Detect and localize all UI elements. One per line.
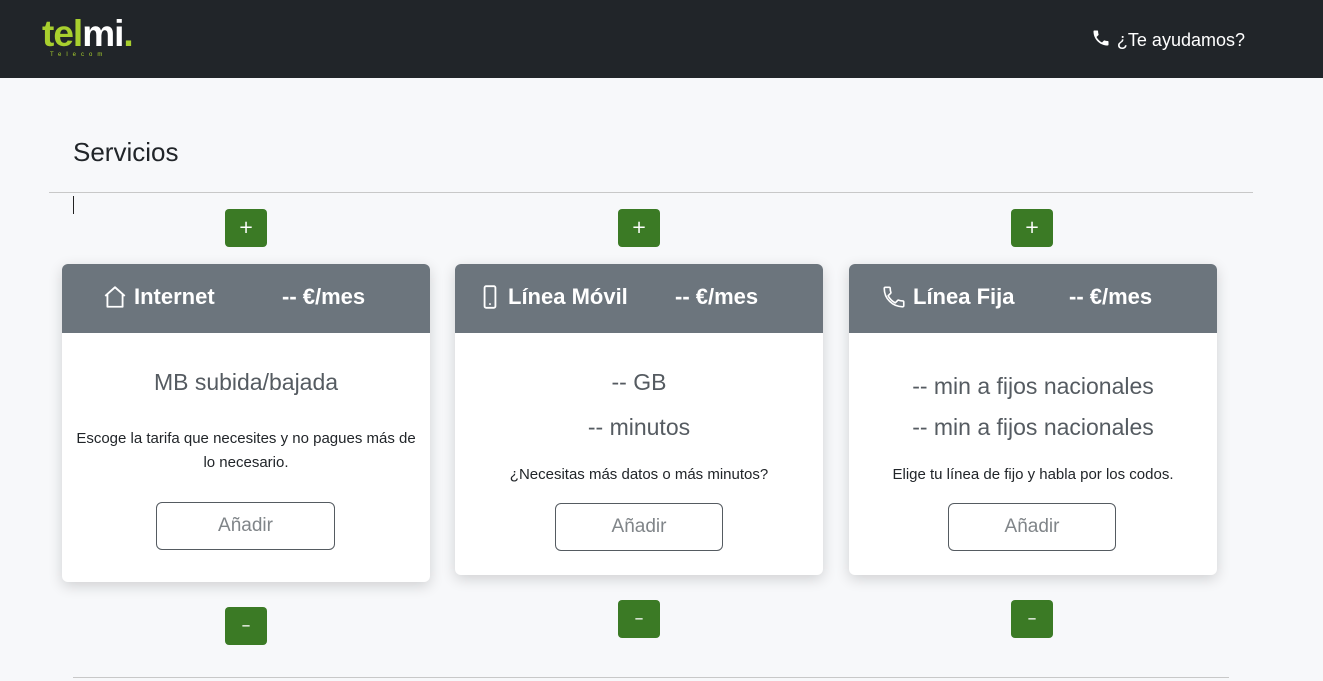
divider-top: [49, 192, 1253, 193]
internet-card: Internet -- €/mes MB subida/bajada Escog…: [62, 264, 430, 582]
logo-text-tel: tel: [42, 13, 83, 54]
movil-decrease-button[interactable]: –: [618, 600, 660, 638]
mobile-phone-icon: [477, 284, 503, 310]
movil-card: Línea Móvil -- €/mes -- GB -- minutos ¿N…: [455, 264, 823, 575]
navbar: telmi. Telecom ¿Te ayudamos?: [0, 0, 1323, 78]
internet-card-header: Internet -- €/mes: [62, 264, 430, 333]
logo-dot: .: [123, 13, 133, 54]
phone-icon: [1091, 28, 1111, 53]
logo-text-mi: mi: [82, 13, 124, 54]
page-title: Servicios: [73, 137, 179, 167]
fija-card: Línea Fija -- €/mes -- min a fijos nacio…: [849, 264, 1217, 575]
fija-card-header: Línea Fija -- €/mes: [849, 264, 1217, 333]
movil-description: ¿Necesitas más datos o más minutos?: [509, 466, 769, 483]
text-caret: [73, 196, 74, 214]
telmi-logo[interactable]: telmi.: [42, 13, 134, 54]
fija-card-title: Línea Fija: [913, 284, 1015, 309]
fija-minutes-text-2: -- min a fijos nacionales: [912, 414, 1154, 440]
logo-subtitle: Telecom: [50, 52, 108, 58]
movil-increase-button[interactable]: +: [618, 209, 660, 247]
movil-card-price: -- €/mes: [675, 284, 759, 309]
internet-decrease-button[interactable]: –: [225, 607, 267, 645]
help-link[interactable]: ¿Te ayudamos?: [1091, 28, 1245, 53]
divider-bottom: [73, 677, 1229, 678]
fija-card-price: -- €/mes: [1069, 284, 1153, 309]
telephone-icon: [881, 284, 907, 310]
internet-description: Escoge la tarifa que necesites y no pagu…: [76, 430, 416, 471]
movil-data-text: -- GB: [611, 369, 667, 395]
movil-card-title: Línea Móvil: [508, 284, 628, 309]
movil-card-header: Línea Móvil -- €/mes: [455, 264, 823, 333]
fija-decrease-button[interactable]: –: [1011, 600, 1053, 638]
fija-increase-button[interactable]: +: [1011, 209, 1053, 247]
fija-minutes-text-1: -- min a fijos nacionales: [912, 373, 1154, 399]
internet-speed-text: MB subida/bajada: [153, 369, 339, 395]
movil-add-button[interactable]: Añadir: [555, 503, 723, 551]
internet-increase-button[interactable]: +: [225, 209, 267, 247]
fija-add-button[interactable]: Añadir: [948, 503, 1116, 551]
house-icon: [102, 284, 128, 310]
internet-card-title: Internet: [134, 284, 215, 309]
fija-description: Elige tu línea de fijo y habla por los c…: [892, 466, 1174, 483]
internet-card-price: -- €/mes: [282, 284, 366, 309]
movil-minutes-text: -- minutos: [587, 414, 691, 440]
internet-add-button[interactable]: Añadir: [156, 502, 335, 550]
help-label: ¿Te ayudamos?: [1116, 30, 1245, 50]
